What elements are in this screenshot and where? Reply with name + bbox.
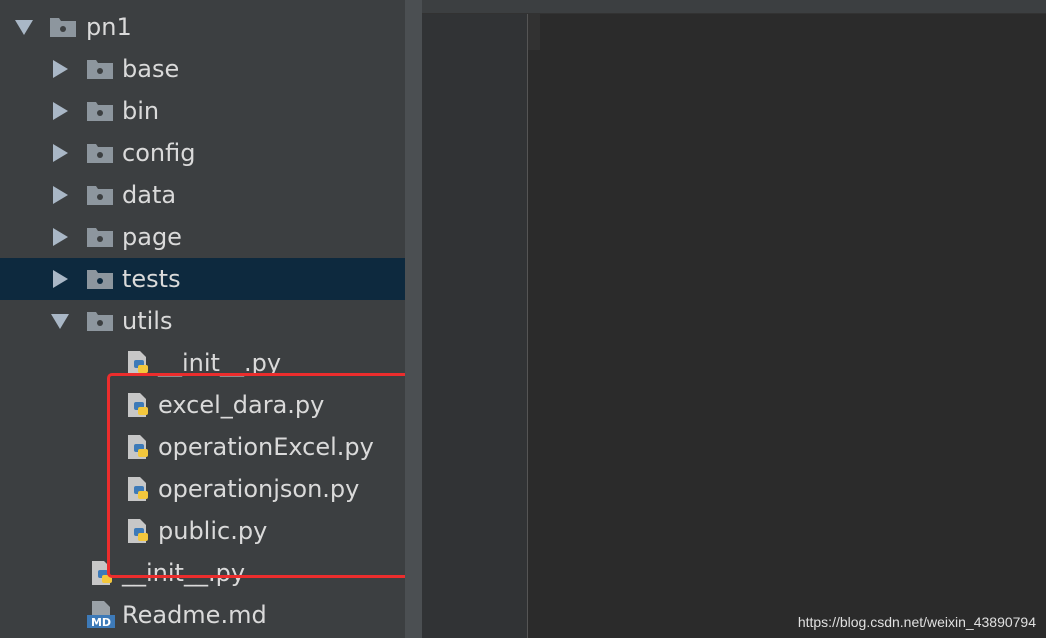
tree-label-folder: bin [122, 97, 160, 125]
collapse-arrow-icon[interactable] [50, 59, 70, 79]
collapse-arrow-icon[interactable] [50, 227, 70, 247]
tree-row-folder-base[interactable]: base [0, 48, 405, 90]
collapse-arrow-icon[interactable] [50, 185, 70, 205]
tree-row-folder-bin[interactable]: bin [0, 90, 405, 132]
md-badge: MD [91, 616, 111, 629]
folder-icon [87, 186, 113, 205]
highlight-box [107, 373, 405, 578]
folder-icon [87, 102, 113, 121]
tree-label-folder: utils [122, 307, 173, 335]
tree-row-root[interactable]: pn1 [0, 6, 405, 48]
tree-row-folder-config[interactable]: config [0, 132, 405, 174]
markdown-file-icon: MD [87, 601, 115, 629]
collapse-arrow-icon[interactable] [50, 143, 70, 163]
collapse-arrow-icon[interactable] [50, 269, 70, 289]
folder-icon [87, 228, 113, 247]
tree-label-folder: base [122, 55, 180, 83]
tree-label-root: pn1 [86, 13, 132, 41]
tree-scrollbar[interactable] [405, 0, 422, 638]
tree-label-folder: tests [122, 265, 181, 293]
folder-icon [87, 60, 113, 79]
tree-label-file: Readme.md [122, 601, 267, 629]
editor-tab-bar [422, 0, 1046, 14]
folder-icon [87, 144, 113, 163]
editor-gutter [422, 14, 528, 638]
tree-row-folder-utils[interactable]: utils [0, 300, 405, 342]
project-tree-panel: pn1 base bin config data page tests util… [0, 0, 405, 638]
tree-row-folder-tests[interactable]: tests [0, 258, 405, 300]
editor-area[interactable] [422, 0, 1046, 638]
tree-row-folder-page[interactable]: page [0, 216, 405, 258]
expand-arrow-icon[interactable] [50, 311, 70, 331]
collapse-arrow-icon[interactable] [50, 101, 70, 121]
folder-icon [87, 312, 113, 331]
watermark-text: https://blog.csdn.net/weixin_43890794 [797, 614, 1036, 630]
expand-arrow-icon[interactable] [14, 17, 34, 37]
tree-row-file[interactable]: MD Readme.md [0, 594, 405, 636]
tree-label-folder: page [122, 223, 182, 251]
tree-label-folder: data [122, 181, 177, 209]
folder-icon [50, 18, 76, 37]
current-line-highlight [528, 14, 540, 50]
tree-row-folder-data[interactable]: data [0, 174, 405, 216]
folder-icon [87, 270, 113, 289]
tree-label-folder: config [122, 139, 196, 167]
